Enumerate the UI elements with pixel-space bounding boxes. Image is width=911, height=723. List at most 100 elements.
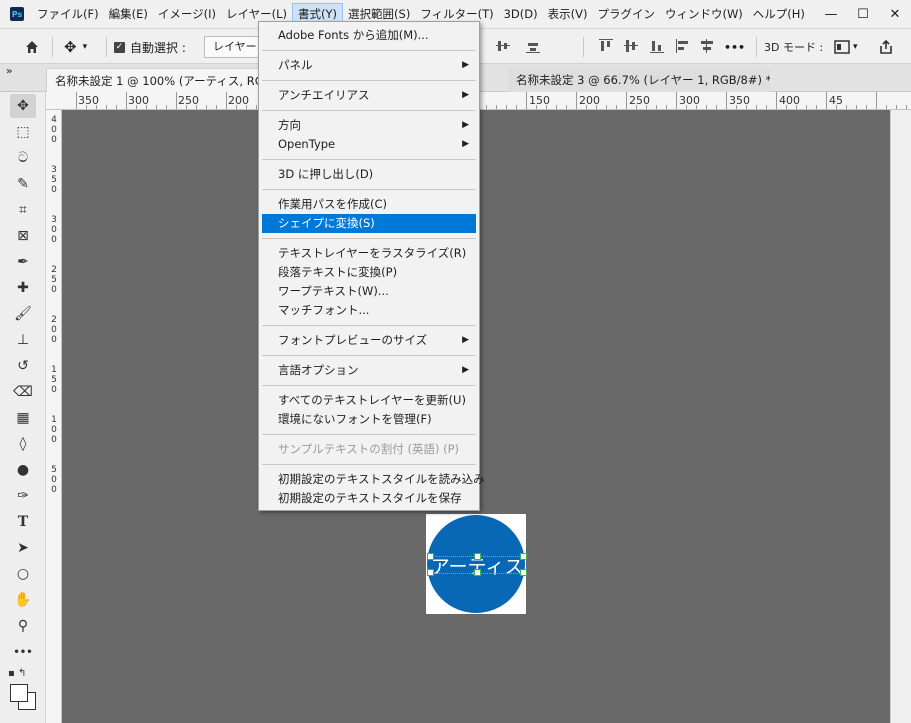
panel-dock-edge [890,110,911,723]
dropdown-menu-item[interactable]: 作業用パスを作成(C) [262,195,476,214]
transform-handle[interactable] [474,569,481,576]
dropdown-menu-item[interactable]: 段落テキストに変換(P) [262,263,476,282]
ruler-label: 0 [51,135,57,145]
zoom-tool-icon[interactable]: ⚲ [10,614,36,638]
menu-separator [262,464,476,465]
dropdown-menu-item[interactable]: アンチエイリアス ▶ [262,86,476,105]
type-tool-icon[interactable]: T [10,510,36,534]
distribute-bottom-icon[interactable] [650,39,664,53]
pen-tool-icon[interactable]: ✑ [10,484,36,508]
color-swatches[interactable] [8,682,40,716]
checkbox-checked-icon: ✓ [114,41,125,53]
document-canvas[interactable]: アーティス [426,514,527,614]
transform-handle[interactable] [520,569,527,576]
layer-select-dropdown[interactable]: レイヤー [204,36,260,58]
menu-separator [262,385,476,386]
dropdown-menu-item: サンプルテキストの割付 (英語) (P) [262,440,476,459]
menu-item-label: 言語オプション [278,363,359,377]
menu-item-label: 方向 [278,118,301,132]
dropdown-menu-item[interactable]: マッチフォント... [262,301,476,320]
frame-tool-icon[interactable]: ⊠ [10,224,36,248]
menu-item[interactable]: 表示(V) [543,3,593,25]
menu-item[interactable]: 編集(E) [104,3,153,25]
dropdown-menu-item[interactable]: 方向 ▶ [262,116,476,135]
tab-document-1[interactable]: 名称未設定 1 @ 100% (アーティス, RGB/8 [46,68,266,92]
dropdown-menu-item[interactable]: パネル ▶ [262,56,476,75]
history-brush-tool-icon[interactable]: ↺ [10,354,36,378]
dropdown-menu-item[interactable]: 言語オプション ▶ [262,361,476,380]
menu-item[interactable]: ウィンドウ(W) [660,3,748,25]
move-options-icon[interactable]: ✥ ▾ [64,36,87,58]
auto-select-checkbox[interactable]: ✓ 自動選択 : [114,36,186,58]
eyedropper-tool-icon[interactable]: ✒ [10,250,36,274]
distribute-top-icon[interactable] [599,39,613,53]
menu-separator [262,80,476,81]
menu-item[interactable]: 3D(D) [499,3,543,25]
submenu-arrow-icon: ▶ [462,139,469,149]
share-icon[interactable] [878,36,894,58]
menu-item-label: Adobe Fonts から追加(M)... [278,28,429,42]
transform-handle[interactable] [427,569,434,576]
menu-item-label: テキストレイヤーをラスタライズ(R) [278,246,467,260]
align-bottom-icon[interactable] [526,39,540,53]
more-options-button[interactable]: ••• [724,36,745,58]
gradient-tool-icon[interactable]: ▦ [10,406,36,430]
workspace-icon[interactable]: ▾ [834,36,858,58]
lasso-tool-icon[interactable]: ට [10,146,36,170]
foreground-color-swatch[interactable] [10,684,28,702]
dropdown-menu-item[interactable]: 初期設定のテキストスタイルを読み込み [262,470,485,489]
menu-item[interactable]: ファイル(F) [32,3,104,25]
stamp-tool-icon[interactable]: ⊥ [10,328,36,352]
dropdown-menu-item[interactable]: ワープテキスト(W)... [262,282,476,301]
dropdown-menu-item[interactable]: シェイプに変換(S) [262,214,476,233]
menu-item[interactable]: イメージ(I) [153,3,221,25]
quick-select-tool-icon[interactable]: ✎ [10,172,36,196]
more-tools-icon[interactable]: ••• [10,640,36,664]
menu-separator [262,325,476,326]
dropdown-menu-item[interactable]: OpenType ▶ [262,135,476,154]
tab-title: 名称未設定 1 @ 100% (アーティス, RGB/8 [55,74,266,88]
align-vertical-center-icon[interactable] [496,39,510,53]
marquee-tool-icon[interactable]: ⬚ [10,120,36,144]
transform-handle[interactable] [427,553,434,560]
crop-tool-icon[interactable]: ⌗ [10,198,36,222]
dropdown-menu-item[interactable]: テキストレイヤーをラスタライズ(R) [262,244,476,263]
maximize-button[interactable]: ☐ [847,0,879,28]
swap-colors-icon[interactable]: ▪ ↰ [8,668,26,679]
dropdown-menu-item[interactable]: 3D に押し出し(D) [262,165,476,184]
healing-brush-tool-icon[interactable]: ✚ [10,276,36,300]
eraser-tool-icon[interactable]: ⌫ [10,380,36,404]
menu-item-label: すべてのテキストレイヤーを更新(U) [278,393,466,407]
home-icon[interactable] [24,36,40,58]
dropdown-menu-item[interactable]: すべてのテキストレイヤーを更新(U) [262,391,476,410]
transform-handle[interactable] [474,553,481,560]
transform-handle[interactable] [520,553,527,560]
ruler-label: 0 [51,285,57,295]
blur-tool-icon[interactable]: ◊ [10,432,36,456]
ellipse-tool-icon[interactable]: ○ [10,562,36,586]
move-tool-icon[interactable]: ✥ [10,94,36,118]
close-button[interactable]: ✕ [879,0,911,28]
tab-document-3[interactable]: 名称未設定 3 @ 66.7% (レイヤー 1, RGB/8#) * × [508,68,770,92]
dodge-tool-icon[interactable]: ● [10,458,36,482]
ruler-label: 0 [51,385,57,395]
hand-tool-icon[interactable]: ✋ [10,588,36,612]
path-select-tool-icon[interactable]: ➤ [10,536,36,560]
menu-separator [262,189,476,190]
dropdown-menu-item[interactable]: 初期設定のテキストスタイルを保存 [262,489,476,508]
menu-item[interactable]: プラグイン [592,3,660,25]
collapse-panel-icon[interactable]: » [6,66,12,77]
brush-tool-icon[interactable]: 🖌 [10,302,36,326]
dropdown-menu-item[interactable]: フォントプレビューのサイズ ▶ [262,331,476,350]
menu-item[interactable]: ヘルプ(H) [748,3,810,25]
distribute-vcenter-icon[interactable] [624,39,638,53]
minimize-button[interactable]: — [815,0,847,28]
submenu-arrow-icon: ▶ [462,60,469,70]
distribute-hcenter-icon[interactable] [700,39,714,53]
dropdown-menu-item[interactable]: 環境にないフォントを管理(F) [262,410,476,429]
ruler-label: 3 [51,215,57,225]
menu-item-label: 段落テキストに変換(P) [278,265,398,279]
distribute-left-icon[interactable] [676,39,690,53]
menu-item-label: OpenType [278,137,336,151]
dropdown-menu-item[interactable]: Adobe Fonts から追加(M)... [262,26,476,45]
